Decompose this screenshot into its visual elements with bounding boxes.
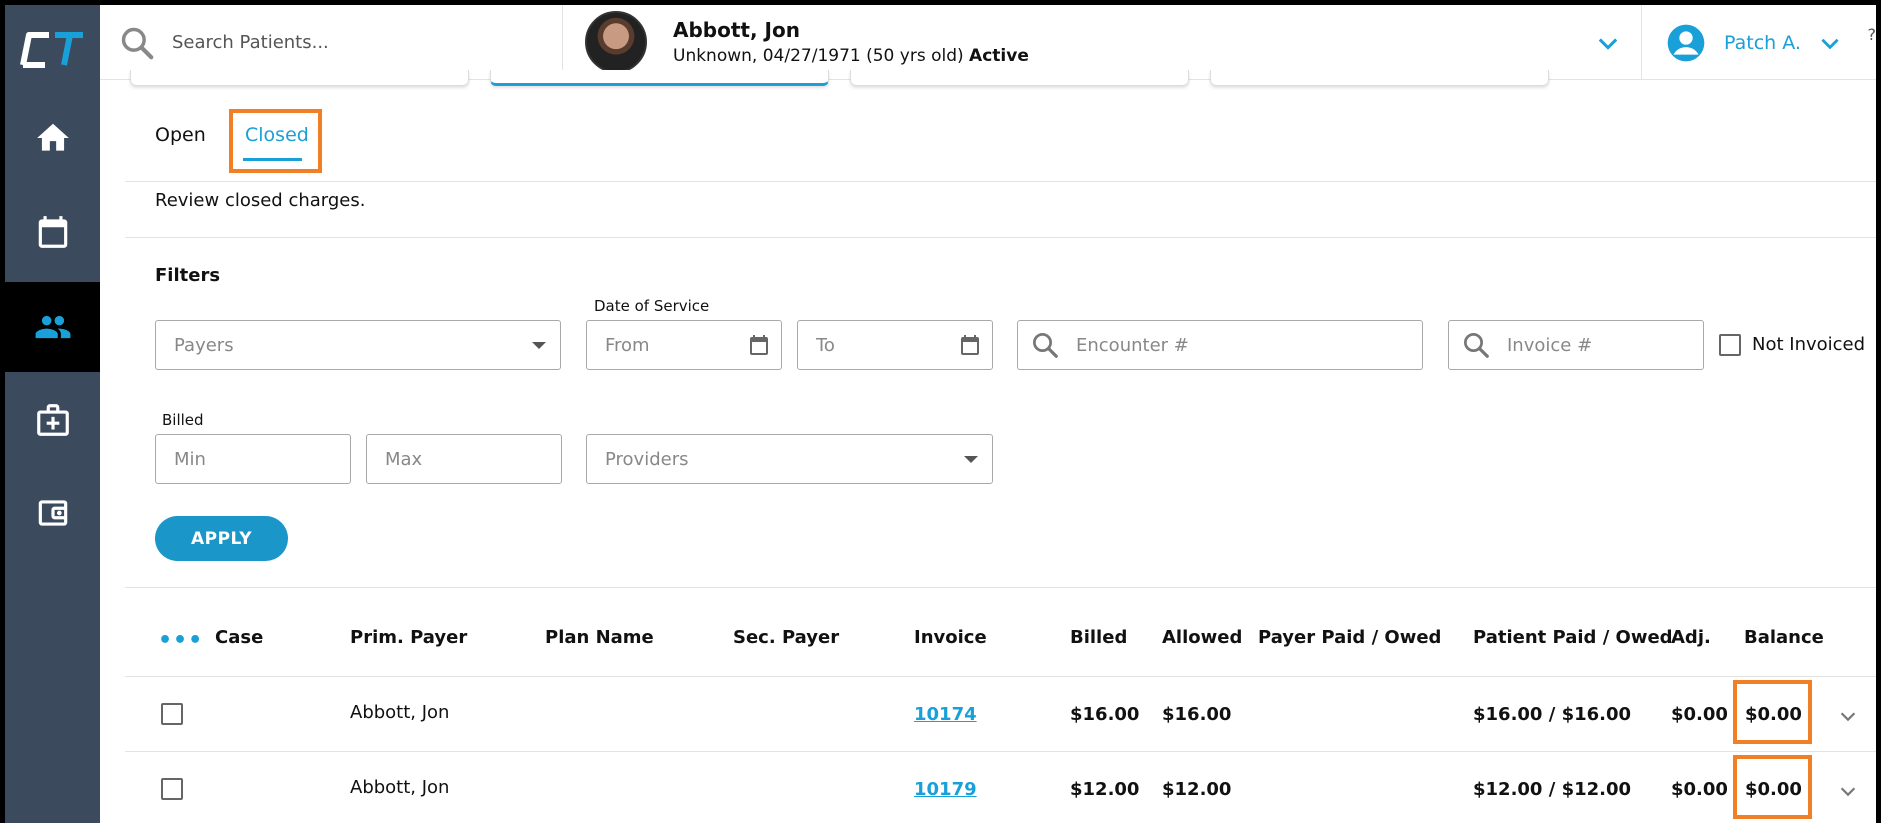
encounter-search-field[interactable]: Encounter #: [1017, 320, 1423, 370]
calendar-icon[interactable]: [747, 333, 771, 357]
dropdown-caret-icon: [964, 456, 978, 463]
tab-open[interactable]: Open: [155, 124, 206, 146]
summary-card-selected[interactable]: [490, 70, 829, 86]
calendar-icon: [38, 216, 67, 248]
min-placeholder: Min: [174, 448, 206, 470]
wallet-icon: [38, 500, 67, 526]
highlight-box: [1733, 680, 1812, 744]
top-bar: Abbott, Jon Unknown, 04/27/1971 (50 yrs …: [100, 5, 1876, 80]
search-icon: [1033, 333, 1058, 358]
user-name: Patch A.: [1724, 31, 1801, 54]
cell-allowed: $16.00: [1162, 704, 1232, 725]
help-glyph[interactable]: ?: [1868, 25, 1877, 44]
cell-billed: $16.00: [1070, 704, 1140, 725]
cell-prim-payer: Abbott, Jon: [350, 777, 450, 798]
divider: [125, 676, 1876, 677]
filters-title: Filters: [155, 265, 221, 286]
max-placeholder: Max: [385, 448, 423, 470]
user-avatar-icon: [1667, 24, 1705, 61]
col-header-balance[interactable]: Balance: [1744, 627, 1824, 648]
payers-placeholder: Payers: [174, 334, 234, 356]
chevron-down-icon[interactable]: [1837, 705, 1859, 727]
calendar-icon[interactable]: [958, 333, 982, 357]
divider: [125, 237, 1876, 238]
col-header-patient-paid-owed[interactable]: Patient Paid / Owed: [1473, 627, 1673, 648]
divider: [125, 181, 1876, 182]
highlight-box: [229, 109, 322, 173]
col-header-plan-name[interactable]: Plan Name: [545, 627, 654, 648]
chevron-down-icon[interactable]: [1594, 29, 1622, 57]
col-header-allowed[interactable]: Allowed: [1162, 627, 1242, 648]
row-checkbox[interactable]: [161, 778, 183, 800]
divider: [125, 751, 1876, 752]
col-header-sec-payer[interactable]: Sec. Payer: [733, 627, 839, 648]
invoice-placeholder: Invoice #: [1507, 334, 1593, 356]
patient-header[interactable]: Abbott, Jon Unknown, 04/27/1971 (50 yrs …: [585, 9, 1029, 75]
cell-prim-payer: Abbott, Jon: [350, 702, 450, 723]
sidebar-item-home[interactable]: [5, 93, 100, 183]
date-to-field[interactable]: To: [797, 320, 993, 370]
payers-select[interactable]: Payers: [155, 320, 561, 370]
cell-adj: $0.00: [1671, 704, 1728, 725]
col-header-billed[interactable]: Billed: [1070, 627, 1127, 648]
sidebar-item-wallet[interactable]: [5, 468, 100, 558]
sidebar-item-calendar[interactable]: [5, 187, 100, 277]
cell-patient-paid-owed: $12.00 / $12.00: [1473, 779, 1632, 800]
from-placeholder: From: [605, 334, 650, 356]
chevron-down-icon[interactable]: [1837, 780, 1859, 802]
highlight-box: [1733, 755, 1812, 819]
billed-min-field[interactable]: Min: [155, 434, 351, 484]
search-icon: [1464, 333, 1489, 358]
cell-billed: $12.00: [1070, 779, 1140, 800]
providers-placeholder: Providers: [605, 448, 689, 470]
search-patients-input[interactable]: [172, 32, 532, 53]
cell-patient-paid-owed: $16.00 / $16.00: [1473, 704, 1632, 725]
col-header-payer-paid-owed[interactable]: Payer Paid / Owed: [1258, 627, 1441, 648]
date-from-field[interactable]: From: [586, 320, 782, 370]
ct-logo[interactable]: [15, 27, 95, 73]
chevron-down-icon: [1821, 38, 1839, 49]
invoice-search-field[interactable]: Invoice #: [1448, 320, 1704, 370]
row-checkbox[interactable]: [161, 703, 183, 725]
cell-allowed: $12.00: [1162, 779, 1232, 800]
medical-case-icon: [36, 404, 69, 436]
summary-card[interactable]: [130, 70, 469, 86]
summary-card[interactable]: [850, 70, 1189, 86]
col-header-adj[interactable]: Adj.: [1671, 627, 1711, 648]
encounter-placeholder: Encounter #: [1076, 334, 1189, 356]
date-of-service-label: Date of Service: [594, 297, 710, 315]
user-menu[interactable]: Patch A.: [1641, 5, 1876, 80]
page-description: Review closed charges.: [155, 190, 366, 211]
apply-button[interactable]: APPLY: [155, 516, 288, 561]
col-header-invoice[interactable]: Invoice: [914, 627, 987, 648]
home-icon: [36, 123, 69, 151]
col-header-prim-payer[interactable]: Prim. Payer: [350, 627, 467, 648]
billed-max-field[interactable]: Max: [366, 434, 562, 484]
people-icon: [35, 315, 70, 339]
patient-name: Abbott, Jon: [673, 18, 800, 42]
main-content: Open Closed Review closed charges. Filte…: [125, 70, 1876, 823]
to-placeholder: To: [816, 334, 835, 356]
col-header-case[interactable]: Case: [215, 627, 263, 648]
cell-adj: $0.00: [1671, 779, 1728, 800]
divider: [125, 587, 1876, 588]
app-frame: Abbott, Jon Unknown, 04/27/1971 (50 yrs …: [5, 5, 1876, 823]
not-invoiced-checkbox[interactable]: [1719, 334, 1741, 356]
dropdown-caret-icon: [532, 342, 546, 349]
patient-status: Active: [969, 46, 1029, 66]
patient-search: [100, 5, 563, 80]
invoice-link[interactable]: 10174: [914, 704, 977, 725]
providers-select[interactable]: Providers: [586, 434, 993, 484]
sidebar: [5, 5, 100, 823]
search-icon: [121, 27, 154, 59]
billed-label: Billed: [162, 411, 204, 429]
summary-card[interactable]: [1210, 70, 1549, 86]
sidebar-item-patients[interactable]: [5, 282, 100, 372]
sidebar-item-medical[interactable]: [5, 375, 100, 465]
patient-avatar: [585, 11, 647, 73]
more-options-icon[interactable]: •••: [158, 628, 203, 653]
patient-details: Unknown, 04/27/1971 (50 yrs old): [673, 46, 964, 66]
invoice-link[interactable]: 10179: [914, 779, 977, 800]
not-invoiced-label: Not Invoiced: [1752, 334, 1866, 355]
